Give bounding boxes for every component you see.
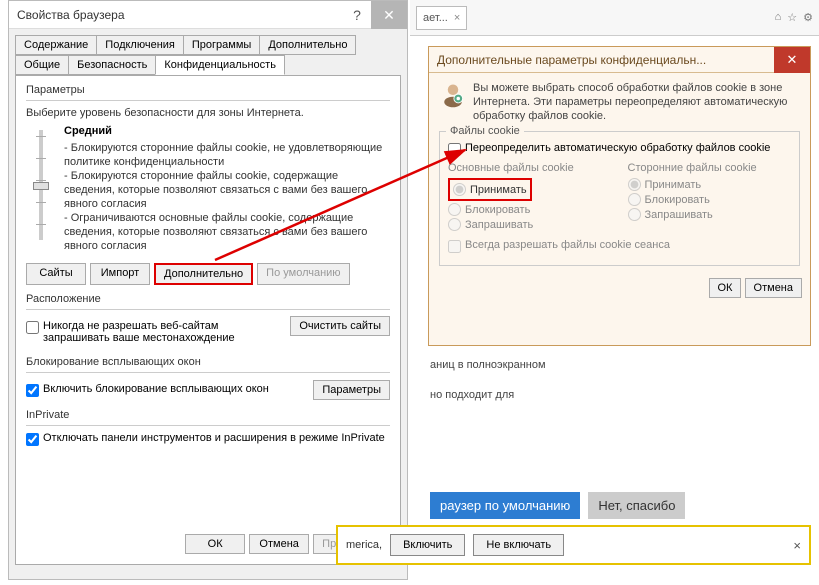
policy-description: Средний - Блокируются сторонние файлы co… <box>64 125 390 253</box>
ok-button[interactable]: ОК <box>185 534 245 554</box>
tab-close-icon[interactable]: × <box>454 12 460 24</box>
tab-panel: Параметры Выберите уровень безопасности … <box>15 75 401 565</box>
browser-tabstrip: ает... × ⌂ ☆ ⚙ <box>410 0 819 36</box>
info-text: Вы можете выбрать способ обработки файло… <box>473 81 800 123</box>
third-party-accept[interactable]: Принимать <box>628 178 792 191</box>
popup-checkbox[interactable] <box>26 384 39 397</box>
tabs: Содержание Подключения Программы Дополни… <box>15 35 401 75</box>
sites-button[interactable]: Сайты <box>26 263 86 285</box>
help-icon[interactable]: ? <box>343 7 371 23</box>
popup-label: Блокирование всплывающих окон <box>26 356 390 368</box>
location-checkbox-label: Никогда не разрешать веб-сайтам запрашив… <box>43 320 284 344</box>
dialog-title: Свойства браузера <box>17 8 343 22</box>
first-party-prompt[interactable]: Запрашивать <box>448 218 612 231</box>
policy-line: - Блокируются сторонние файлы cookie, со… <box>64 169 390 211</box>
tab-privacy[interactable]: Конфиденциальность <box>155 55 285 75</box>
notification-text: merica, <box>346 539 382 551</box>
override-checkbox[interactable] <box>448 143 461 156</box>
tab-connections[interactable]: Подключения <box>96 35 184 55</box>
enable-button[interactable]: Включить <box>390 534 465 556</box>
background-text: аниц в полноэкранном но подходит для <box>430 350 546 410</box>
notification-close-icon[interactable]: × <box>793 538 801 553</box>
dialog-title: Дополнительные параметры конфиденциальн.… <box>437 53 774 67</box>
policy-line: - Блокируются сторонние файлы cookie, не… <box>64 141 390 169</box>
session-cookie-label: Всегда разрешать файлы cookie сеанса <box>465 239 670 251</box>
location-label: Расположение <box>26 293 390 305</box>
popup-checkbox-label: Включить блокирование всплывающих окон <box>43 383 269 395</box>
close-icon[interactable]: ✕ <box>774 47 810 73</box>
params-label: Параметры <box>26 84 390 96</box>
home-icon[interactable]: ⌂ <box>775 11 782 24</box>
popup-params-button[interactable]: Параметры <box>313 380 390 400</box>
advanced-button[interactable]: Дополнительно <box>154 263 253 285</box>
internet-properties-dialog: Свойства браузера ? ✕ Содержание Подключ… <box>8 0 408 580</box>
tab-advanced[interactable]: Дополнительно <box>259 35 356 55</box>
first-party-block[interactable]: Блокировать <box>448 203 612 216</box>
instruction-text: Выберите уровень безопасности для зоны И… <box>26 107 390 119</box>
third-party-block[interactable]: Блокировать <box>628 193 792 206</box>
privacy-level: Средний <box>64 125 390 137</box>
no-thanks-button[interactable]: Нет, спасибо <box>588 492 685 519</box>
override-checkbox-label: Переопределить автоматическую обработку … <box>465 142 770 154</box>
info-icon <box>439 81 467 109</box>
titlebar: Дополнительные параметры конфиденциальн.… <box>429 47 810 73</box>
cookies-fieldset: Файлы cookie Переопределить автоматическ… <box>439 131 800 266</box>
inprivate-checkbox[interactable] <box>26 433 39 446</box>
set-default-button[interactable]: раузер по умолчанию <box>430 492 580 519</box>
default-browser-prompt: раузер по умолчанию Нет, спасибо <box>430 492 685 519</box>
notification-bar: merica, Включить Не включать × <box>336 525 811 565</box>
cookies-legend: Файлы cookie <box>446 125 524 137</box>
first-party-accept[interactable]: Принимать <box>453 183 527 196</box>
tab-content[interactable]: Содержание <box>15 35 97 55</box>
third-party-prompt[interactable]: Запрашивать <box>628 208 792 221</box>
inprivate-label: InPrivate <box>26 409 390 421</box>
star-icon[interactable]: ☆ <box>787 11 797 24</box>
advanced-privacy-dialog: Дополнительные параметры конфиденциальн.… <box>428 46 811 346</box>
tab-security[interactable]: Безопасность <box>68 55 156 75</box>
tab-general[interactable]: Общие <box>15 55 69 75</box>
ok-button[interactable]: ОК <box>709 278 742 298</box>
privacy-slider[interactable] <box>26 125 56 245</box>
session-cookie-checkbox[interactable] <box>448 240 461 253</box>
cancel-button[interactable]: Отмена <box>249 534 309 554</box>
titlebar: Свойства браузера ? ✕ <box>9 1 407 29</box>
toolbar-icons: ⌂ ☆ ⚙ <box>775 11 819 24</box>
disable-button[interactable]: Не включать <box>473 534 564 556</box>
default-button[interactable]: По умолчанию <box>257 263 349 285</box>
location-checkbox[interactable] <box>26 321 39 334</box>
tab-label: ает... <box>423 12 448 24</box>
tab-programs[interactable]: Программы <box>183 35 260 55</box>
import-button[interactable]: Импорт <box>90 263 150 285</box>
inprivate-checkbox-label: Отключать панели инструментов и расширен… <box>43 432 385 444</box>
browser-tab[interactable]: ает... × <box>416 6 467 30</box>
gear-icon[interactable]: ⚙ <box>803 11 813 24</box>
policy-line: - Ограничиваются основные файлы cookie, … <box>64 211 390 253</box>
third-party-head: Сторонние файлы cookie <box>628 162 792 174</box>
slider-thumb[interactable] <box>33 182 49 190</box>
cancel-button[interactable]: Отмена <box>745 278 802 298</box>
clear-sites-button[interactable]: Очистить сайты <box>290 316 390 336</box>
first-party-head: Основные файлы cookie <box>448 162 612 174</box>
close-icon[interactable]: ✕ <box>371 1 407 29</box>
